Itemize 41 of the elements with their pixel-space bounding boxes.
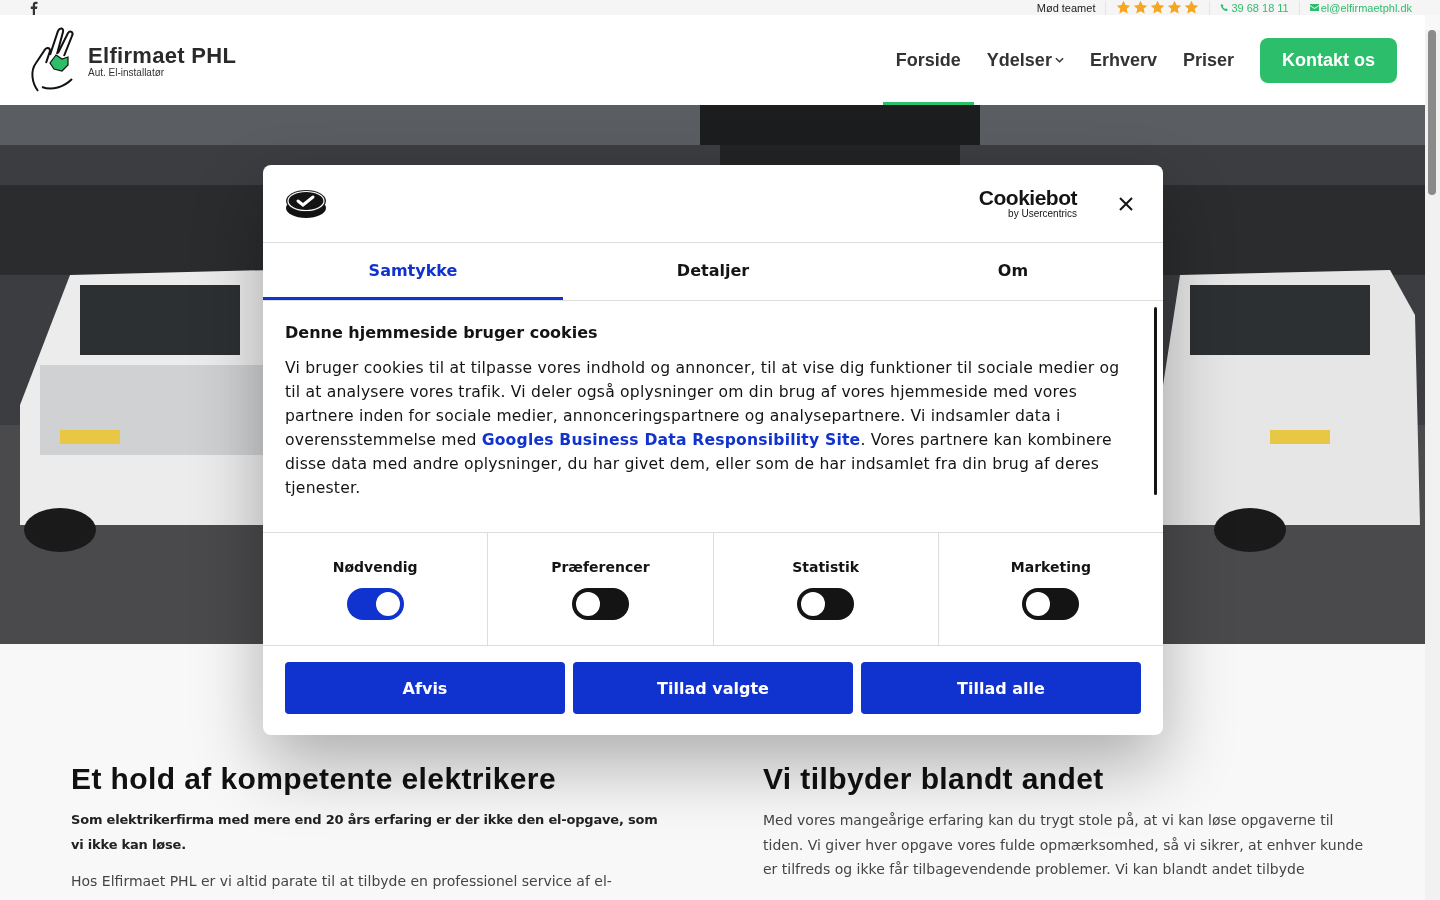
envelope-icon [1309,3,1319,12]
toggle-label: Marketing [1010,559,1091,575]
dialog-tab[interactable]: Samtykke [263,243,563,300]
star-icon [1116,0,1132,15]
toggle-label: Statistik [792,559,860,575]
toggle-switch[interactable] [1022,588,1080,620]
toggle-switch[interactable] [346,588,404,620]
brand-subtitle: by Usercentrics [1008,208,1077,219]
star-icon [1167,0,1183,15]
section-paragraph: Som elektrikerfirma med mere end 20 års erfaring er der ikke den el-opgave, som vi ikke kan løse. [71,811,659,854]
facebook-icon[interactable] [30,0,38,15]
consent-button[interactable]: Tillad valgte [573,662,853,714]
policy-link[interactable]: Googles Business Data Responsibility Site [481,431,861,449]
nav-link[interactable]: Priser [1169,15,1247,105]
toggle-switch[interactable] [797,588,855,620]
consent-check-icon [285,187,327,220]
dialog-tab[interactable]: Om [863,243,1163,300]
phone-icon [1220,3,1230,12]
section-paragraph: Hos Elfirmaet PHL er vi altid parate til at tilbyde en professionel service af el- [71,872,613,891]
dialog-heading: Denne hjemmeside bruger cookies [285,323,599,342]
consent-button[interactable]: Tillad alle [861,662,1141,714]
toggle-label: Præferencer [551,559,650,575]
dialog-tab[interactable]: Detaljer [563,243,863,300]
nav-link[interactable]: Ydelser [973,15,1077,105]
chevron-down-icon [1054,57,1064,63]
brand-name: Cookiebot [978,188,1077,208]
star-icon [1150,0,1166,15]
toggle-label: Nødvendig [332,559,418,575]
section-heading: Vi tilbyder blandt andet [763,762,1105,796]
dialog-paragraph: Vi bruger cookies til at tilpasse vores indhold og annoncer, til at vise dig funktioner til sociale medier og til at analysere vores trafik. Vi deler også oplysninger om din brug af vores hjemmeside med vores partnere inden for sociale medier, annonceringspartnere og analysepartnere. Vi indsamler data i overensstemmelse med Googles Business Data Responsibility Site. Vores partnere kan kombinere disse data med andre oplysninger, du har givet dem, eller som de har indsamlet fra din brug af deres tjenester. [285,358,1121,499]
toggle-switch[interactable] [571,588,629,620]
nav-link[interactable]: Erhverv [1076,15,1170,105]
star-icon [1184,0,1200,15]
team-link[interactable]: Mød teamet [1036,1,1096,14]
close-icon [1119,196,1133,211]
logo-name: Elfirmaet PHL [88,42,237,68]
logo-tagline: Aut. El-installatør [88,66,166,78]
consent-button[interactable]: Afvis [285,662,565,714]
section-heading: Et hold af kompetente elektrikere [71,762,557,796]
section-paragraph: Med vores mangeårige erfaring kan du trygt stole på, at vi kan løse opgaverne til tiden. Vi giver hver opgave vores fulde opmærksomhed, så vi sikrer, at enhver kunde er tilfreds og ikke får tilbagevendende problemer. Vi kan blandt andet tilbyde [763,811,1365,879]
star-icon [1133,0,1149,15]
